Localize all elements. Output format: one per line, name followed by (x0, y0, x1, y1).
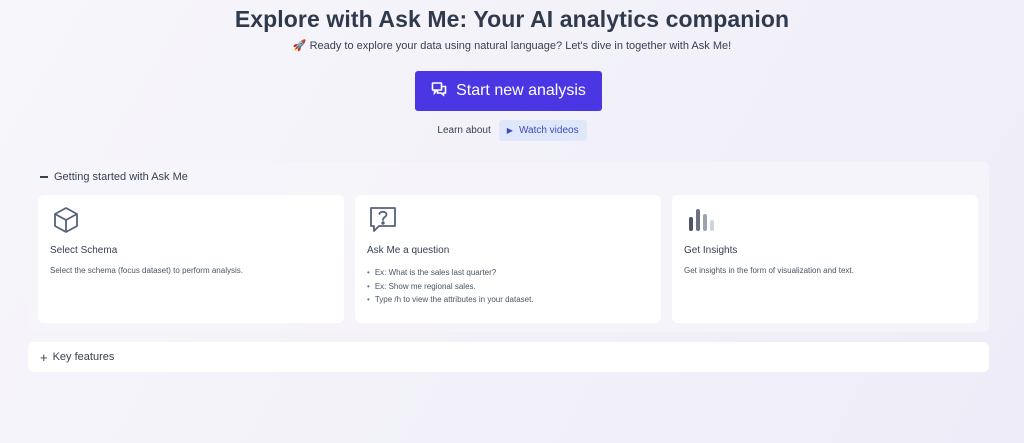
list-item: Ex: Show me regional sales. (367, 280, 534, 294)
watch-videos-label: Watch videos (518, 125, 579, 136)
key-features-header: Key features (52, 351, 115, 363)
card-description: Select the schema (focus dataset) to per… (50, 266, 243, 275)
page-subtitle: 🚀 Ready to explore your data using natur… (292, 40, 732, 52)
getting-started-header: Getting started with Ask Me (54, 171, 188, 183)
question-bubble-icon (368, 205, 398, 235)
watch-videos-button[interactable]: ▶ Watch videos (498, 120, 587, 141)
list-item: Ex: What is the sales last quarter? (367, 266, 534, 280)
minus-icon (40, 176, 48, 178)
card-select-schema: Select Schema Select the schema (focus d… (38, 195, 344, 323)
card-title: Ask Me a question (367, 245, 450, 256)
card-ask-question: Ask Me a question Ex: What is the sales … (355, 195, 661, 323)
chat-icon (431, 81, 447, 102)
learn-about-label: Learn about (437, 125, 491, 136)
key-features-toggle[interactable]: + Key features (28, 342, 989, 372)
bar-chart-icon (685, 205, 715, 235)
plus-icon: + (40, 349, 48, 365)
card-title: Get Insights (684, 245, 738, 256)
page-title: Explore with Ask Me: Your AI analytics c… (234, 6, 790, 32)
start-new-analysis-label: Start new analysis (456, 82, 586, 99)
card-get-insights: Get Insights Get insights in the form of… (672, 195, 978, 323)
start-new-analysis-button[interactable]: Start new analysis (415, 71, 602, 111)
list-item: Type /h to view the attributes in your d… (367, 293, 534, 307)
getting-started-toggle[interactable]: Getting started with Ask Me (40, 170, 188, 184)
cube-icon (51, 205, 81, 235)
play-icon: ▶ (506, 126, 513, 135)
example-questions-list: Ex: What is the sales last quarter? Ex: … (367, 266, 534, 307)
card-description: Get insights in the form of visualizatio… (684, 266, 854, 275)
card-title: Select Schema (50, 245, 118, 256)
